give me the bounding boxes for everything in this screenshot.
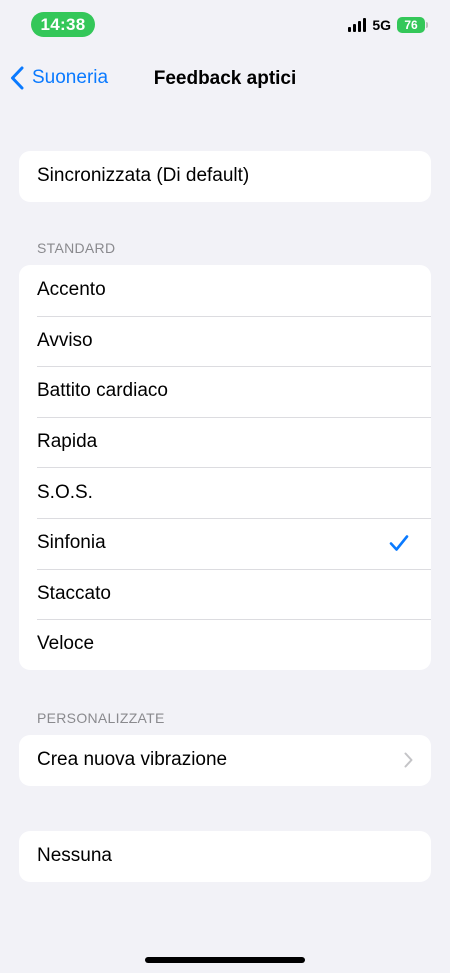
status-bar: 14:38 5G 76 [0,0,450,48]
option-nessuna[interactable]: Nessuna [19,831,431,882]
default-group: Sincronizzata (Di default) [19,151,431,202]
cellular-signal-icon [348,18,367,32]
home-indicator[interactable] [145,957,305,963]
battery-level: 76 [397,17,425,33]
option-label: Avviso [37,329,93,351]
standard-group: Accento Avviso Battito cardiaco Rapida S… [19,265,431,670]
option-label: Nessuna [37,845,112,867]
battery-icon: 76 [397,17,428,33]
custom-group: Crea nuova vibrazione [19,735,431,786]
option-label: Battito cardiaco [37,380,168,402]
option-battito-cardiaco[interactable]: Battito cardiaco [19,366,431,417]
network-type: 5G [372,17,391,33]
page-title-text: Feedback aptici [153,68,297,89]
option-sinfonia[interactable]: Sinfonia [19,517,431,569]
battery-tip [426,22,428,28]
option-label: Staccato [37,582,111,604]
option-accento[interactable]: Accento [19,265,431,316]
option-label: Sincronizzata (Di default) [37,165,250,187]
option-sincronizzata[interactable]: Sincronizzata (Di default) [19,151,431,202]
option-label: Rapida [37,431,98,453]
section-header-standard: STANDARD [37,240,116,256]
option-label: Sinfonia [37,532,106,554]
checkmark-icon [389,535,409,552]
none-group: Nessuna [19,831,431,882]
section-header-personalizzate: PERSONALIZZATE [37,710,165,726]
option-staccato[interactable]: Staccato [19,568,431,620]
option-label: Accento [37,279,106,301]
status-indicators: 5G 76 [348,17,428,33]
option-label: Veloce [37,633,95,655]
option-veloce[interactable]: Veloce [19,619,431,670]
option-avviso[interactable]: Avviso [19,315,431,367]
option-sos[interactable]: S.O.S. [19,467,431,518]
chevron-right-icon [404,752,413,768]
option-label: Crea nuova vibrazione [37,749,228,771]
page-title: Feedback aptici [0,68,450,90]
option-label: S.O.S. [37,481,93,503]
status-time: 14:38 [31,12,95,37]
option-rapida[interactable]: Rapida [19,416,431,468]
create-new-vibration-button[interactable]: Crea nuova vibrazione [19,735,431,786]
navigation-bar: Suoneria Feedback aptici [0,58,450,102]
